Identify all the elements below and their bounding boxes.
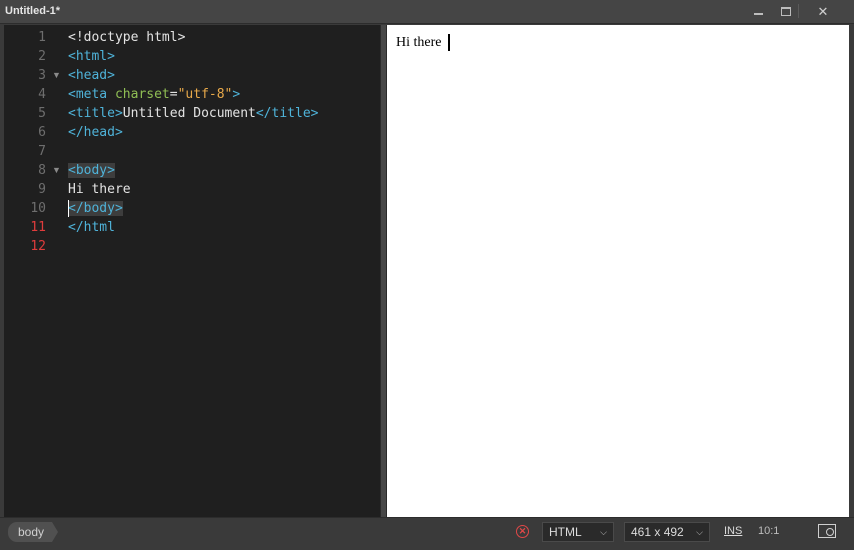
doctype-token: <!doctype html> bbox=[68, 30, 186, 45]
close-icon: ✕ bbox=[817, 3, 829, 19]
line-number-error: 11 bbox=[30, 220, 46, 235]
matched-tag-token: </body> bbox=[68, 201, 123, 216]
tag-token: </html bbox=[68, 220, 115, 235]
line-number-error: 12 bbox=[30, 239, 46, 254]
tag-selector-body[interactable]: body bbox=[8, 522, 59, 542]
window-size-select[interactable]: 461 x 492 ⌵ bbox=[624, 522, 710, 542]
cursor-position: 10:1 bbox=[758, 525, 780, 537]
error-icon[interactable]: ✕ bbox=[516, 525, 529, 538]
maximize-button[interactable] bbox=[772, 1, 800, 21]
code-line: </head> bbox=[68, 123, 123, 142]
code-editor[interactable]: 1 2 3 ▼ 4 5 6 7 8 ▼ 9 10 11 12 <!doctype… bbox=[4, 25, 380, 517]
line-number: 9 bbox=[38, 182, 46, 197]
matched-tag-token: <body> bbox=[68, 163, 115, 178]
divider bbox=[798, 4, 799, 18]
chevron-down-icon: ⌵ bbox=[696, 527, 703, 537]
line-number: 5 bbox=[38, 106, 46, 121]
line-number: 3 bbox=[38, 68, 46, 83]
minimize-icon bbox=[753, 13, 763, 15]
preview-text: Hi there bbox=[396, 35, 442, 50]
line-gutter: 1 2 3 ▼ 4 5 6 7 8 ▼ 9 10 11 12 bbox=[4, 25, 64, 517]
text-token: Untitled Document bbox=[122, 106, 256, 121]
code-line: Hi there bbox=[68, 180, 131, 199]
preview-cursor bbox=[448, 34, 450, 51]
fold-arrow-icon[interactable]: ▼ bbox=[52, 161, 61, 180]
code-line: <!doctype html> bbox=[68, 28, 185, 47]
text-cursor bbox=[68, 200, 69, 217]
tag-token: > bbox=[232, 87, 241, 102]
tag-token: <head> bbox=[68, 68, 115, 83]
line-number: 10 bbox=[30, 201, 46, 216]
code-line: <body> bbox=[68, 161, 115, 180]
status-bar: body ✕ HTML ⌵ 461 x 492 ⌵ INS 10:1 bbox=[0, 517, 854, 550]
line-number: 6 bbox=[38, 125, 46, 140]
live-preview-pane[interactable]: Hi there bbox=[387, 25, 849, 517]
line-number: 2 bbox=[38, 49, 46, 64]
text-token: Hi there bbox=[68, 182, 131, 197]
minimize-button[interactable] bbox=[744, 1, 772, 21]
equals-token: = bbox=[169, 87, 178, 102]
tag-token: <meta bbox=[68, 87, 108, 102]
live-view-icon[interactable] bbox=[818, 524, 836, 538]
maximize-icon bbox=[781, 6, 791, 16]
line-number: 4 bbox=[38, 87, 46, 102]
window-size-value: 461 x 492 bbox=[631, 525, 684, 539]
code-line: </html bbox=[68, 218, 115, 237]
tag-token: </title> bbox=[255, 106, 319, 121]
attribute-token: charset bbox=[107, 87, 170, 102]
fold-arrow-icon[interactable]: ▼ bbox=[52, 66, 61, 85]
chevron-down-icon: ⌵ bbox=[600, 527, 607, 537]
tag-token: </head> bbox=[68, 125, 123, 140]
code-line: <title>Untitled Document</title> bbox=[68, 104, 318, 123]
close-button[interactable]: ✕ bbox=[805, 1, 841, 21]
pane-splitter[interactable] bbox=[380, 25, 387, 517]
tag-token: <html> bbox=[68, 49, 115, 64]
document-type-value: HTML bbox=[549, 525, 582, 539]
code-line: <head> bbox=[68, 66, 115, 85]
line-number: 7 bbox=[38, 144, 46, 159]
code-line: </body> bbox=[68, 199, 123, 218]
document-type-select[interactable]: HTML ⌵ bbox=[542, 522, 614, 542]
code-line: <html> bbox=[68, 47, 115, 66]
insert-mode-toggle[interactable]: INS bbox=[724, 525, 742, 537]
tag-token: <title> bbox=[68, 106, 123, 121]
value-token: "utf-8" bbox=[177, 87, 233, 102]
document-title: Untitled-1* bbox=[5, 5, 60, 17]
title-bar: Untitled-1* ✕ bbox=[0, 0, 854, 24]
code-line: <meta charset="utf-8"> bbox=[68, 85, 240, 104]
line-number: 8 bbox=[38, 163, 46, 178]
line-number: 1 bbox=[38, 30, 46, 45]
